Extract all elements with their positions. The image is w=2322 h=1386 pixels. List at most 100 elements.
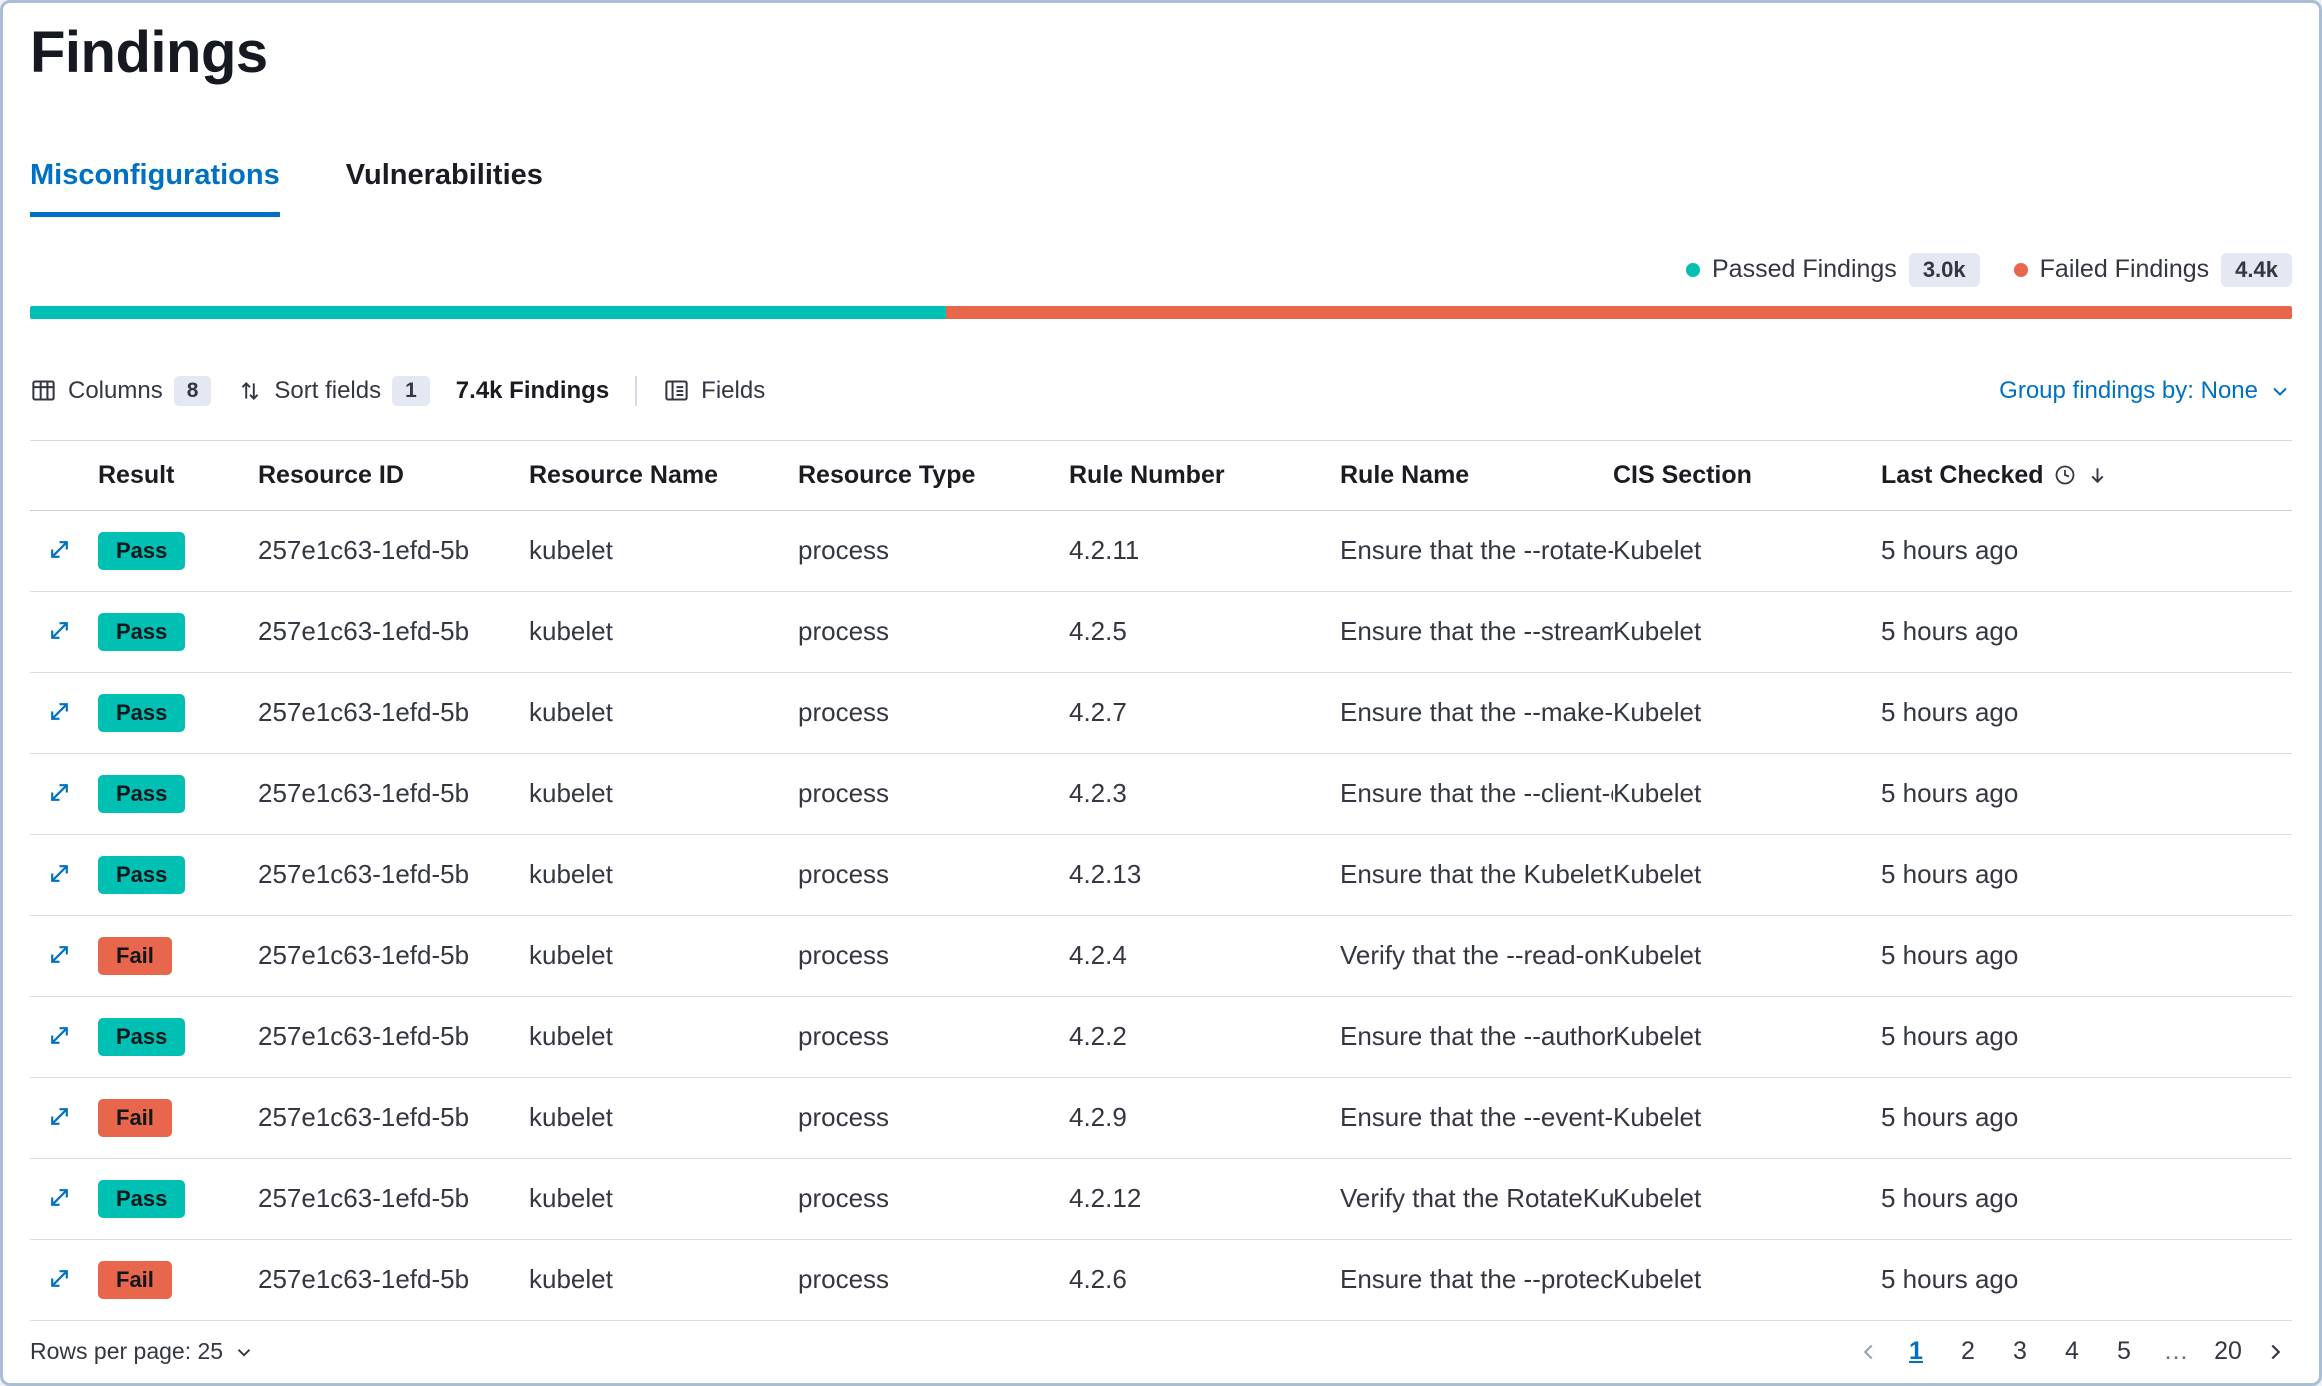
page-number-2[interactable]: 2 [1946, 1331, 1990, 1372]
cell-expand [30, 1099, 98, 1137]
page-number-3[interactable]: 3 [1998, 1331, 2042, 1372]
expand-row-button[interactable] [42, 937, 77, 972]
expand-row-button[interactable] [42, 775, 77, 810]
result-badge: Fail [98, 937, 172, 975]
findings-count-label: 7.4k Findings [456, 377, 609, 405]
expand-row-button[interactable] [42, 1261, 77, 1296]
cell-rule-number: 4.2.3 [1069, 778, 1340, 809]
cell-cis-section: Kubelet [1613, 1264, 1881, 1295]
sort-fields-button[interactable]: Sort fields 1 [237, 376, 429, 406]
expand-row-button[interactable] [42, 1180, 77, 1215]
tab-vulnerabilities[interactable]: Vulnerabilities [346, 159, 543, 217]
tab-misconfigurations[interactable]: Misconfigurations [30, 159, 280, 217]
cell-rule-name: Verify that the RotateKubeletServerCerti… [1340, 1183, 1613, 1214]
table-row: Pass 257e1c63-1efd-5b kubelet process 4.… [30, 511, 2292, 592]
expand-row-button[interactable] [42, 856, 77, 891]
table-body: Pass 257e1c63-1efd-5b kubelet process 4.… [30, 511, 2292, 1321]
result-badge: Pass [98, 775, 185, 813]
sort-fields-count-badge: 1 [392, 376, 430, 406]
result-badge: Fail [98, 1261, 172, 1299]
expand-icon [46, 1022, 73, 1049]
expand-row-button[interactable] [42, 1099, 77, 1134]
header-resource-id[interactable]: Resource ID [258, 461, 529, 490]
failed-dot-icon [2014, 263, 2028, 277]
columns-icon [30, 377, 57, 404]
header-rule-number[interactable]: Rule Number [1069, 461, 1340, 490]
cell-resource-id: 257e1c63-1efd-5b [258, 1183, 529, 1214]
cell-result: Pass [98, 1018, 258, 1056]
cell-result: Fail [98, 937, 258, 975]
cell-cis-section: Kubelet [1613, 940, 1881, 971]
expand-icon [46, 698, 73, 725]
cell-cis-section: Kubelet [1613, 1102, 1881, 1133]
cell-cis-section: Kubelet [1613, 778, 1881, 809]
chevron-down-icon [233, 1341, 255, 1363]
failed-findings-count-badge: 4.4k [2221, 253, 2292, 287]
cell-resource-type: process [798, 859, 1069, 890]
fields-button[interactable]: Fields [663, 377, 765, 405]
cell-rule-name: Ensure that the Kubelet only makes use o… [1340, 859, 1613, 890]
page-number-1[interactable]: 1 [1894, 1331, 1938, 1372]
findings-window: Findings Misconfigurations Vulnerabiliti… [0, 0, 2322, 1386]
expand-icon [46, 1184, 73, 1211]
chevron-right-icon [2262, 1339, 2288, 1365]
distribution-passed [30, 306, 946, 319]
cell-resource-name: kubelet [529, 535, 798, 566]
table-row: Pass 257e1c63-1efd-5b kubelet process 4.… [30, 997, 2292, 1078]
cell-cis-section: Kubelet [1613, 859, 1881, 890]
cell-rule-number: 4.2.5 [1069, 616, 1340, 647]
result-badge: Fail [98, 1099, 172, 1137]
expand-row-button[interactable] [42, 1018, 77, 1053]
table-row: Pass 257e1c63-1efd-5b kubelet process 4.… [30, 673, 2292, 754]
cell-rule-name: Ensure that the --make-iptables-util-cha… [1340, 697, 1613, 728]
columns-button[interactable]: Columns 8 [30, 376, 211, 406]
findings-distribution-bar [30, 306, 2292, 319]
cell-resource-name: kubelet [529, 1102, 798, 1133]
cell-last-checked: 5 hours ago [1881, 1021, 2292, 1052]
expand-row-button[interactable] [42, 613, 77, 648]
page-number-20[interactable]: 20 [2206, 1331, 2250, 1372]
cell-expand [30, 1180, 98, 1218]
findings-table: Result Resource ID Resource Name Resourc… [30, 440, 2292, 1321]
cell-rule-name: Ensure that the --rotate-certificates ar… [1340, 535, 1613, 566]
cell-resource-name: kubelet [529, 1021, 798, 1052]
previous-page-button[interactable] [1852, 1335, 1886, 1369]
cell-resource-id: 257e1c63-1efd-5b [258, 859, 529, 890]
result-badge: Pass [98, 856, 185, 894]
header-result[interactable]: Result [98, 461, 258, 490]
sort-icon [237, 378, 263, 404]
next-page-button[interactable] [2258, 1335, 2292, 1369]
expand-row-button[interactable] [42, 694, 77, 729]
cell-last-checked: 5 hours ago [1881, 616, 2292, 647]
rows-per-page-button[interactable]: Rows per page: 25 [30, 1338, 255, 1365]
pagination: 12345…20 [1852, 1331, 2292, 1372]
cell-resource-name: kubelet [529, 1264, 798, 1295]
cell-rule-number: 4.2.11 [1069, 535, 1340, 566]
cell-resource-type: process [798, 616, 1069, 647]
header-resource-type[interactable]: Resource Type [798, 461, 1069, 490]
header-cis-section[interactable]: CIS Section [1613, 461, 1881, 490]
cell-expand [30, 532, 98, 570]
distribution-failed [946, 306, 2292, 319]
result-badge: Pass [98, 1018, 185, 1056]
cell-rule-name: Ensure that the --event-qps argument is … [1340, 1102, 1613, 1133]
sort-fields-label: Sort fields [274, 377, 381, 405]
cell-last-checked: 5 hours ago [1881, 1264, 2292, 1295]
expand-icon [46, 779, 73, 806]
cell-last-checked: 5 hours ago [1881, 535, 2292, 566]
rows-per-page-label: Rows per page: 25 [30, 1338, 223, 1365]
page-number-5[interactable]: 5 [2102, 1331, 2146, 1372]
failed-findings-label: Failed Findings [2040, 255, 2210, 284]
cell-resource-name: kubelet [529, 859, 798, 890]
cell-resource-id: 257e1c63-1efd-5b [258, 778, 529, 809]
cell-rule-number: 4.2.9 [1069, 1102, 1340, 1133]
page-number-4[interactable]: 4 [2050, 1331, 2094, 1372]
cell-cis-section: Kubelet [1613, 535, 1881, 566]
header-rule-name[interactable]: Rule Name [1340, 461, 1613, 490]
table-row: Pass 257e1c63-1efd-5b kubelet process 4.… [30, 835, 2292, 916]
expand-row-button[interactable] [42, 532, 77, 567]
header-last-checked[interactable]: Last Checked [1881, 461, 2292, 490]
header-resource-name[interactable]: Resource Name [529, 461, 798, 490]
group-findings-by-button[interactable]: Group findings by: None [1999, 377, 2292, 405]
cell-result: Pass [98, 613, 258, 651]
